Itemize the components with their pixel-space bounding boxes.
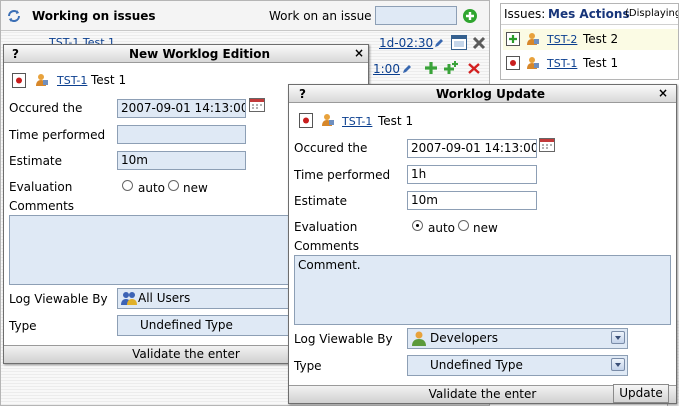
window-titlebar[interactable]: ? New Worklog Edition × — [4, 45, 368, 63]
time-performed-field[interactable] — [117, 125, 246, 144]
validate-footer-label: Validate the enter — [428, 387, 537, 401]
user-task-icon — [526, 56, 540, 73]
issues-displaying: (Displaying — [625, 8, 679, 19]
issue-key-link[interactable]: TST-1 — [547, 57, 577, 70]
row-time-link[interactable]: 1d-02:30 — [379, 36, 433, 50]
time-performed-label: Time performed — [9, 128, 106, 142]
user-task-icon — [526, 32, 540, 49]
window-icon[interactable] — [451, 35, 467, 53]
comments-textarea[interactable] — [9, 215, 309, 285]
calendar-icon[interactable] — [539, 138, 555, 155]
viewable-by-select[interactable]: Developers — [407, 328, 628, 349]
edit-pencil-icon[interactable] — [401, 63, 413, 78]
window-title: New Worklog Edition — [129, 47, 271, 61]
window-titlebar[interactable]: ? Worklog Update × — [289, 85, 676, 103]
add-circle-icon[interactable] — [462, 8, 478, 27]
chevron-down-icon[interactable] — [611, 331, 625, 344]
issues-filter[interactable]: Mes Actions — [548, 7, 630, 21]
delete-x-icon[interactable] — [472, 36, 486, 53]
issues-header: Issues: Mes Actions (Displaying — [501, 4, 679, 25]
evaluation-label: Evaluation — [9, 180, 73, 194]
window-title: Worklog Update — [436, 87, 545, 101]
eval-auto-label: auto — [138, 181, 166, 195]
user-task-icon — [35, 73, 49, 90]
occured-label: Occured the — [294, 141, 368, 155]
viewable-by-label: Log Viewable By — [9, 292, 108, 306]
type-label: Type — [9, 319, 37, 333]
issue-summary: Test 1 — [91, 73, 127, 87]
evaluation-label: Evaluation — [294, 220, 358, 234]
time-performed-field[interactable]: 1h — [407, 165, 537, 184]
estimate-field[interactable]: 10m — [117, 151, 246, 170]
issue-record-icon[interactable] — [506, 56, 520, 73]
user-task-icon — [321, 113, 335, 130]
type-value: Undefined Type — [430, 358, 523, 372]
edit-pencil-icon[interactable] — [433, 37, 445, 52]
panel-header: Working on issues Work on an issue : — [1, 1, 489, 31]
type-label: Type — [294, 359, 322, 373]
update-button[interactable]: Update — [613, 384, 669, 403]
occured-field[interactable]: 2007-09-01 14:13:00.0 — [407, 139, 537, 158]
help-button[interactable]: ? — [12, 47, 19, 61]
occured-field[interactable]: 2007-09-01 14:13:00.0 — [117, 99, 246, 118]
viewable-by-label: Log Viewable By — [294, 332, 393, 346]
help-button[interactable]: ? — [299, 87, 306, 101]
occured-label: Occured the — [9, 101, 83, 115]
work-on-issue-input[interactable] — [375, 6, 457, 25]
issue-summary: Test 1 — [378, 114, 414, 128]
eval-auto-label: auto — [428, 221, 456, 235]
estimate-label: Estimate — [294, 194, 348, 208]
panel-title: Working on issues — [32, 9, 156, 23]
calendar-icon[interactable] — [249, 98, 265, 115]
add-plus-icon[interactable] — [424, 61, 438, 78]
issue-list-item[interactable]: TST-1 Test 1 — [503, 53, 678, 74]
add-multiple-icon[interactable] — [443, 60, 459, 79]
eval-new-label: new — [473, 221, 498, 235]
issue-key-link[interactable]: TST-1 — [342, 115, 372, 128]
issue-record-icon — [299, 113, 313, 131]
issue-list-item[interactable]: TST-2 Test 2 — [503, 29, 678, 50]
estimate-label: Estimate — [9, 154, 63, 168]
remove-x-icon[interactable] — [467, 62, 481, 78]
eval-auto-radio[interactable] — [122, 180, 133, 191]
issues-label: Issues: — [504, 7, 546, 21]
estimate-field[interactable]: 10m — [407, 191, 537, 210]
viewable-by-select[interactable]: All Users — [117, 288, 297, 309]
eval-auto-radio[interactable] — [412, 220, 423, 231]
issue-summary: Test 1 — [583, 56, 619, 70]
comments-label: Comments — [9, 199, 75, 213]
issue-key-link[interactable]: TST-1 — [57, 74, 87, 87]
type-select[interactable]: Undefined Type — [407, 355, 628, 376]
comments-label: Comments — [294, 239, 360, 253]
issue-key-link[interactable]: TST-2 — [547, 33, 577, 46]
type-value: Undefined Type — [140, 318, 233, 332]
worklog-update-window: ? Worklog Update × TST-1 Test 1 Occured … — [288, 84, 677, 404]
refresh-icon[interactable] — [6, 8, 22, 27]
user-icon — [411, 330, 427, 349]
issues-panel: Issues: Mes Actions (Displaying TST-2 Te… — [500, 3, 679, 80]
users-group-icon — [121, 290, 137, 309]
close-button[interactable]: × — [658, 86, 668, 100]
eval-new-radio[interactable] — [168, 180, 179, 191]
viewable-by-value: All Users — [138, 291, 191, 305]
row-time-link[interactable]: 1:00 — [373, 62, 400, 76]
comments-textarea[interactable]: Comment. — [294, 255, 671, 325]
work-on-issue-label: Work on an issue : — [269, 9, 380, 23]
eval-new-radio[interactable] — [458, 220, 469, 231]
time-performed-label: Time performed — [294, 168, 391, 182]
issue-summary: Test 2 — [583, 32, 619, 46]
chevron-down-icon[interactable] — [611, 358, 625, 371]
close-button[interactable]: × — [354, 46, 364, 60]
add-to-list-icon[interactable] — [506, 32, 520, 49]
type-select[interactable]: Undefined Type — [117, 315, 297, 336]
eval-new-label: new — [183, 181, 208, 195]
issue-record-icon — [12, 73, 26, 91]
viewable-by-value: Developers — [430, 331, 498, 345]
